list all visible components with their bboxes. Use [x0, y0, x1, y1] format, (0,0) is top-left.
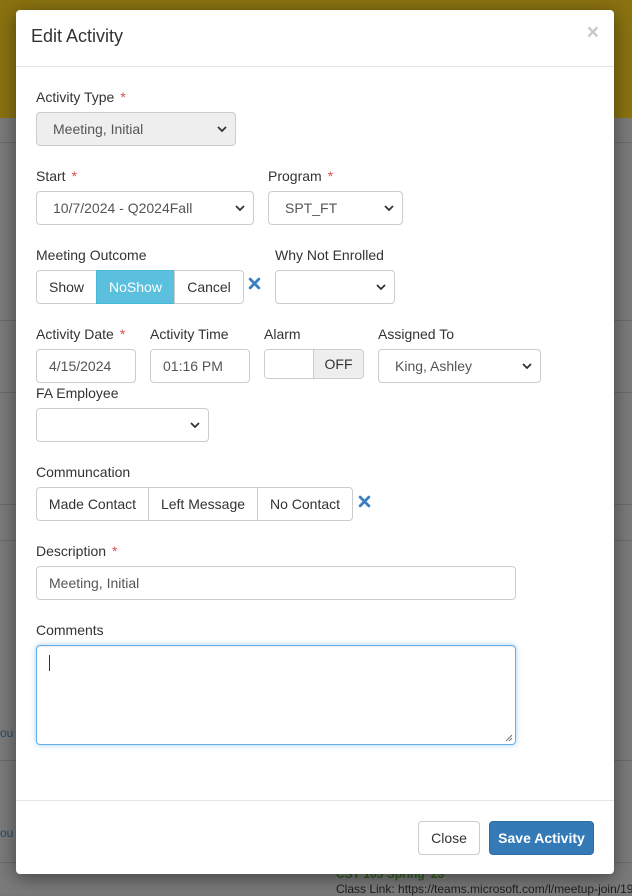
comments-label: Comments — [36, 622, 104, 638]
meeting-outcome-label: Meeting Outcome — [36, 247, 147, 263]
made-contact-button[interactable]: Made Contact — [36, 487, 149, 521]
resize-handle-icon[interactable] — [505, 734, 513, 742]
comments-textarea[interactable] — [36, 645, 516, 745]
assigned-to-select[interactable]: King, Ashley — [378, 349, 541, 383]
start-value: 10/7/2024 - Q2024Fall — [53, 200, 193, 216]
program-label: Program * — [268, 168, 333, 184]
chevron-down-icon — [384, 205, 394, 212]
required-marker: * — [112, 543, 118, 559]
required-marker: * — [119, 326, 126, 342]
assigned-to-value: King, Ashley — [395, 358, 473, 374]
background-link[interactable]: ou — [0, 726, 13, 740]
start-label-text: Start — [36, 168, 66, 184]
alarm-label: Alarm — [264, 326, 301, 342]
alarm-toggle-state: OFF — [314, 350, 363, 378]
fa-employee-select[interactable] — [36, 408, 209, 442]
communication-group: Made Contact Left Message No Contact — [36, 487, 353, 521]
activity-type-label-text: Activity Type — [36, 89, 115, 105]
start-label: Start * — [36, 168, 77, 184]
alarm-toggle-handle[interactable] — [265, 350, 315, 378]
outcome-noshow-button[interactable]: NoShow — [96, 270, 175, 304]
required-marker: * — [120, 89, 126, 105]
alarm-toggle[interactable]: OFF — [264, 349, 364, 379]
description-input[interactable]: Meeting, Initial — [36, 566, 516, 600]
text-cursor — [49, 655, 50, 671]
background-link[interactable]: ou — [0, 826, 13, 840]
close-icon[interactable]: × — [587, 22, 599, 43]
start-select[interactable]: 10/7/2024 - Q2024Fall — [36, 191, 254, 225]
activity-date-label-text: Activity Date — [36, 326, 114, 342]
why-not-enrolled-label: Why Not Enrolled — [275, 247, 384, 263]
save-activity-button[interactable]: Save Activity — [489, 821, 594, 855]
chevron-down-icon — [376, 284, 386, 291]
activity-time-input[interactable]: 01:16 PM — [150, 349, 250, 383]
modal-footer: Close Save Activity — [16, 800, 614, 874]
chevron-down-icon — [217, 126, 227, 133]
clear-outcome-x-icon[interactable] — [248, 277, 261, 290]
outcome-cancel-button[interactable]: Cancel — [174, 270, 244, 304]
outcome-show-button[interactable]: Show — [36, 270, 97, 304]
activity-type-label: Activity Type * — [36, 89, 126, 105]
fa-employee-label: FA Employee — [36, 385, 119, 401]
required-marker: * — [71, 168, 78, 184]
modal-header: Edit Activity × — [16, 10, 614, 67]
modal-title: Edit Activity — [31, 26, 124, 46]
program-value: SPT_FT — [285, 200, 338, 216]
description-label: Description * — [36, 543, 117, 559]
chevron-down-icon — [522, 363, 532, 370]
activity-type-select[interactable]: Meeting, Initial — [36, 112, 236, 146]
activity-date-label: Activity Date * — [36, 326, 125, 342]
program-label-text: Program — [268, 168, 322, 184]
communication-label: Communcation — [36, 464, 131, 480]
why-not-enrolled-select[interactable] — [275, 270, 395, 304]
chevron-down-icon — [190, 422, 200, 429]
chevron-down-icon — [235, 205, 245, 212]
clear-communication-x-icon[interactable] — [358, 495, 371, 508]
left-message-button[interactable]: Left Message — [148, 487, 258, 521]
assigned-to-label: Assigned To — [378, 326, 455, 342]
activity-date-input[interactable]: 4/15/2024 — [36, 349, 136, 383]
activity-type-value: Meeting, Initial — [53, 121, 144, 137]
no-contact-button[interactable]: No Contact — [257, 487, 353, 521]
close-button[interactable]: Close — [418, 821, 480, 855]
program-select[interactable]: SPT_FT — [268, 191, 403, 225]
edit-activity-modal: Edit Activity × Activity Type * Meeting, … — [16, 10, 614, 874]
required-marker: * — [327, 168, 334, 184]
activity-time-label: Activity Time — [150, 326, 229, 342]
description-label-text: Description — [36, 543, 107, 559]
meeting-outcome-group: Show NoShow Cancel — [36, 270, 244, 304]
